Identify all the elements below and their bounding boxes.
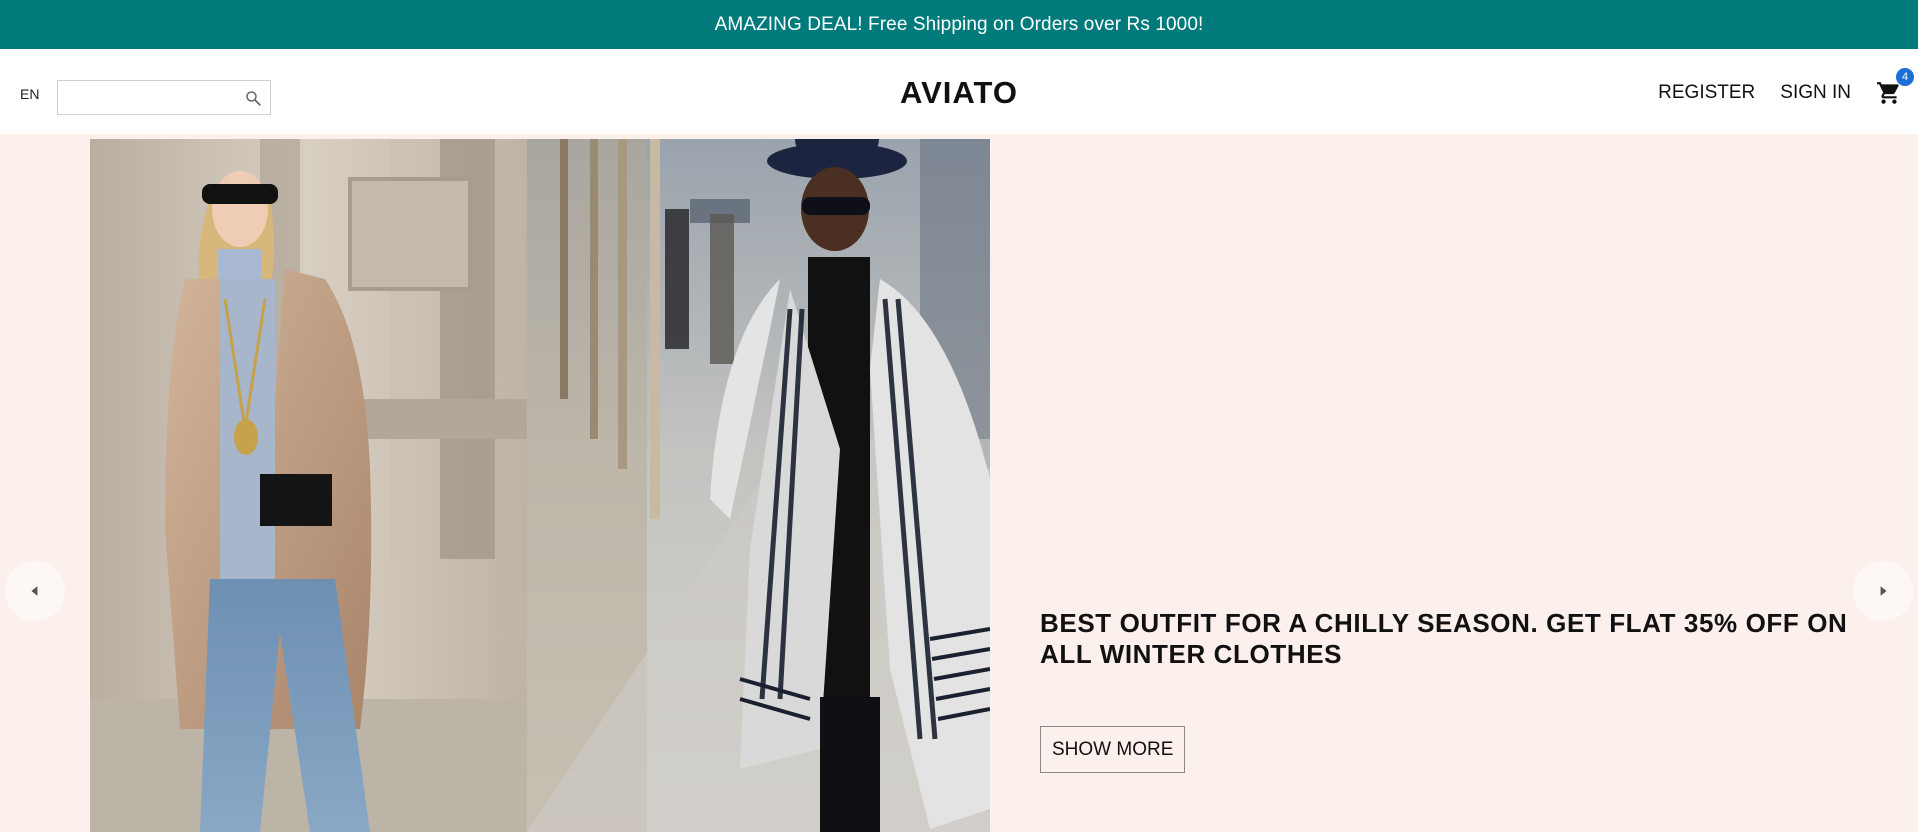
winter-fashion-photo	[90, 139, 990, 832]
account-nav: REGISTER SIGN IN 4	[1658, 49, 1918, 134]
site-header: EN AVIATO REGISTER SIGN IN 4	[0, 49, 1918, 134]
slider-next-button[interactable]	[1853, 561, 1913, 621]
hero-copy: BEST OUTFIT FOR A CHILLY SEASON. GET FLA…	[1040, 608, 1870, 773]
slider-prev-button[interactable]	[5, 561, 65, 621]
site-logo-wrap: AVIATO	[0, 75, 1918, 111]
register-link[interactable]: REGISTER	[1658, 82, 1755, 104]
search-input[interactable]	[58, 81, 270, 114]
promo-bar: AMAZING DEAL! Free Shipping on Orders ov…	[0, 0, 1918, 49]
language-selector[interactable]: EN	[20, 86, 39, 102]
hero-title: BEST OUTFIT FOR A CHILLY SEASON. GET FLA…	[1040, 608, 1848, 669]
hero-image	[90, 139, 990, 832]
signin-link[interactable]: SIGN IN	[1780, 82, 1851, 104]
search-box	[57, 80, 271, 115]
promo-text: AMAZING DEAL! Free Shipping on Orders ov…	[714, 13, 1204, 35]
show-more-button[interactable]: SHOW MORE	[1040, 726, 1186, 773]
hero-slider: BEST OUTFIT FOR A CHILLY SEASON. GET FLA…	[0, 134, 1918, 832]
cart-button[interactable]: 4	[1876, 67, 1914, 106]
search-icon[interactable]	[244, 89, 262, 107]
site-logo[interactable]: AVIATO	[900, 75, 1018, 110]
caret-right-icon	[1880, 586, 1887, 596]
caret-left-icon	[31, 586, 38, 596]
cart-count-badge: 4	[1896, 67, 1914, 86]
